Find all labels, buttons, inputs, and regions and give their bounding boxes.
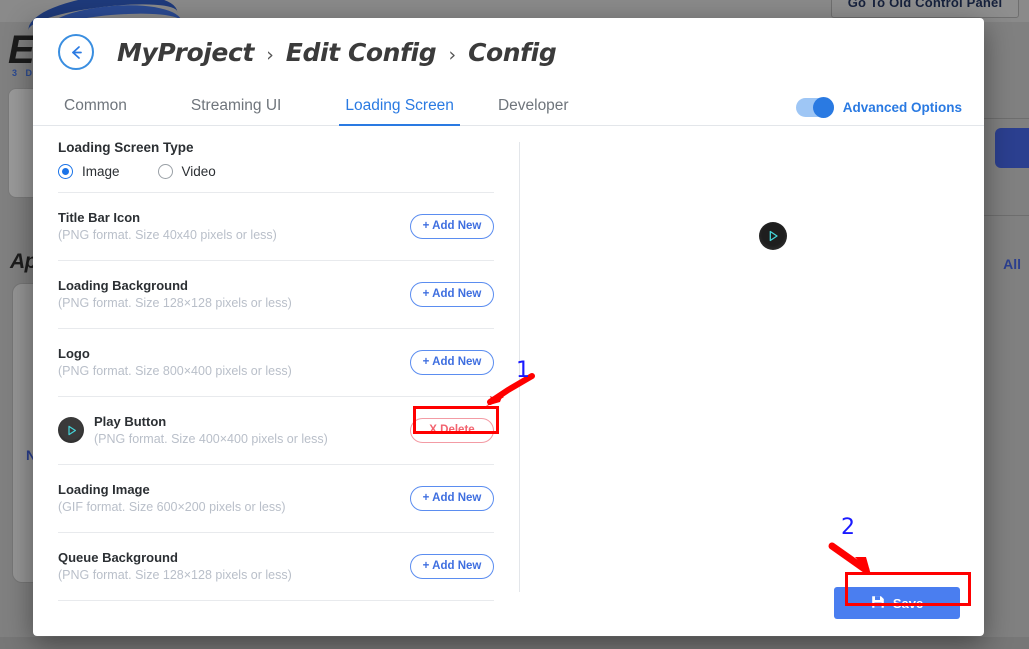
radio-video-indicator[interactable] xyxy=(157,164,173,179)
annotation-number-1: 1 xyxy=(516,358,530,383)
arrow-left-icon xyxy=(67,43,86,62)
divider xyxy=(58,600,494,601)
tab-loading-screen[interactable]: Loading Screen xyxy=(339,97,460,126)
asset-info: Logo (PNG format. Size 800×400 pixels or… xyxy=(58,345,410,380)
asset-name: Loading Image xyxy=(58,481,150,497)
asset-thumbnail xyxy=(58,417,84,443)
add-new-button[interactable]: + Add New xyxy=(410,213,494,239)
radio-image-label: Image xyxy=(82,164,120,179)
asset-info: Loading Background (PNG format. Size 128… xyxy=(58,277,410,312)
asset-row: Queue Background (PNG format. Size 128×1… xyxy=(33,533,519,587)
asset-hint: (PNG format. Size 400×400 pixels or less… xyxy=(94,431,328,446)
asset-name: Loading Background xyxy=(58,277,188,293)
breadcrumb-separator-icon: › xyxy=(448,43,457,66)
radio-option-image[interactable]: Image xyxy=(58,164,120,179)
advanced-options-toggle[interactable]: Advanced Options xyxy=(795,97,962,125)
tab-common[interactable]: Common xyxy=(58,97,133,126)
dialog-header: MyProject › Edit Config › Config xyxy=(33,18,984,86)
background-primary-button[interactable] xyxy=(995,128,1029,168)
annotation-number-2: 2 xyxy=(841,515,855,540)
asset-hint: (PNG format. Size 128×128 pixels or less… xyxy=(58,567,292,582)
asset-row-play-button: Play Button (PNG format. Size 400×400 pi… xyxy=(33,397,519,451)
background-all-link[interactable]: All xyxy=(1003,256,1021,272)
toggle-switch[interactable] xyxy=(795,97,834,118)
preview-pane: Save xyxy=(519,126,984,636)
breadcrumb-item-edit-config[interactable]: Edit Config xyxy=(286,38,437,67)
asset-row: Logo (PNG format. Size 800×400 pixels or… xyxy=(33,329,519,383)
breadcrumb: MyProject › Edit Config › Config xyxy=(117,37,557,67)
asset-name: Title Bar Icon xyxy=(58,209,141,225)
save-disk-icon xyxy=(871,595,885,612)
radio-video-label: Video xyxy=(181,164,216,179)
breadcrumb-separator-icon: › xyxy=(266,43,274,66)
logo-subtext: 3 D xyxy=(12,68,36,78)
settings-pane: Loading Screen Type Image Video Title Ba… xyxy=(33,126,519,636)
play-circle-icon xyxy=(759,222,787,250)
asset-name: Queue Background xyxy=(58,549,178,565)
save-button-label: Save xyxy=(892,595,924,611)
loading-screen-type-options: Image Video xyxy=(33,155,519,179)
add-new-button[interactable]: + Add New xyxy=(410,485,494,511)
radio-image-indicator[interactable] xyxy=(58,164,73,179)
asset-name: Logo xyxy=(58,345,90,361)
radio-option-video[interactable]: Video xyxy=(157,164,216,179)
background-bottom-strip xyxy=(0,637,1029,649)
tab-streaming-ui[interactable]: Streaming UI xyxy=(185,97,287,126)
asset-info: Play Button (PNG format. Size 400×400 pi… xyxy=(94,413,410,448)
asset-info: Loading Image (GIF format. Size 600×200 … xyxy=(58,481,410,516)
loading-screen-type-title: Loading Screen Type xyxy=(58,140,194,155)
asset-row: Loading Image (GIF format. Size 600×200 … xyxy=(33,465,519,519)
asset-info: Queue Background (PNG format. Size 128×1… xyxy=(58,549,410,584)
add-new-button[interactable]: + Add New xyxy=(410,349,494,375)
dialog-body: Loading Screen Type Image Video Title Ba… xyxy=(33,126,984,636)
toggle-knob xyxy=(812,97,834,118)
asset-hint: (PNG format. Size 40x40 pixels or less) xyxy=(58,227,277,242)
delete-button[interactable]: X Delete xyxy=(410,417,494,443)
tab-bar: Common Streaming UI Loading Screen Devel… xyxy=(33,86,984,126)
save-button[interactable]: Save xyxy=(834,587,960,619)
advanced-options-label: Advanced Options xyxy=(842,100,962,115)
asset-row: Title Bar Icon (PNG format. Size 40x40 p… xyxy=(33,193,519,247)
add-new-button[interactable]: + Add New xyxy=(410,553,494,579)
add-new-button[interactable]: + Add New xyxy=(410,281,494,307)
asset-hint: (PNG format. Size 800×400 pixels or less… xyxy=(58,363,292,378)
breadcrumb-item-config: Config xyxy=(468,37,557,67)
breadcrumb-item-project[interactable]: MyProject xyxy=(117,38,254,67)
asset-name: Play Button xyxy=(94,413,167,429)
play-circle-icon xyxy=(58,417,84,443)
asset-hint: (GIF format. Size 600×200 pixels or less… xyxy=(58,499,286,514)
asset-hint: (PNG format. Size 128×128 pixels or less… xyxy=(58,295,292,310)
edit-config-dialog: MyProject › Edit Config › Config Common … xyxy=(33,18,984,636)
back-button[interactable] xyxy=(58,34,94,70)
go-to-old-control-panel-button[interactable]: Go To Old Control Panel xyxy=(831,0,1019,18)
asset-info: Title Bar Icon (PNG format. Size 40x40 p… xyxy=(58,209,410,244)
tab-developer[interactable]: Developer xyxy=(492,97,575,126)
asset-row: Loading Background (PNG format. Size 128… xyxy=(33,261,519,315)
logo-wordmark: E xyxy=(8,28,35,72)
